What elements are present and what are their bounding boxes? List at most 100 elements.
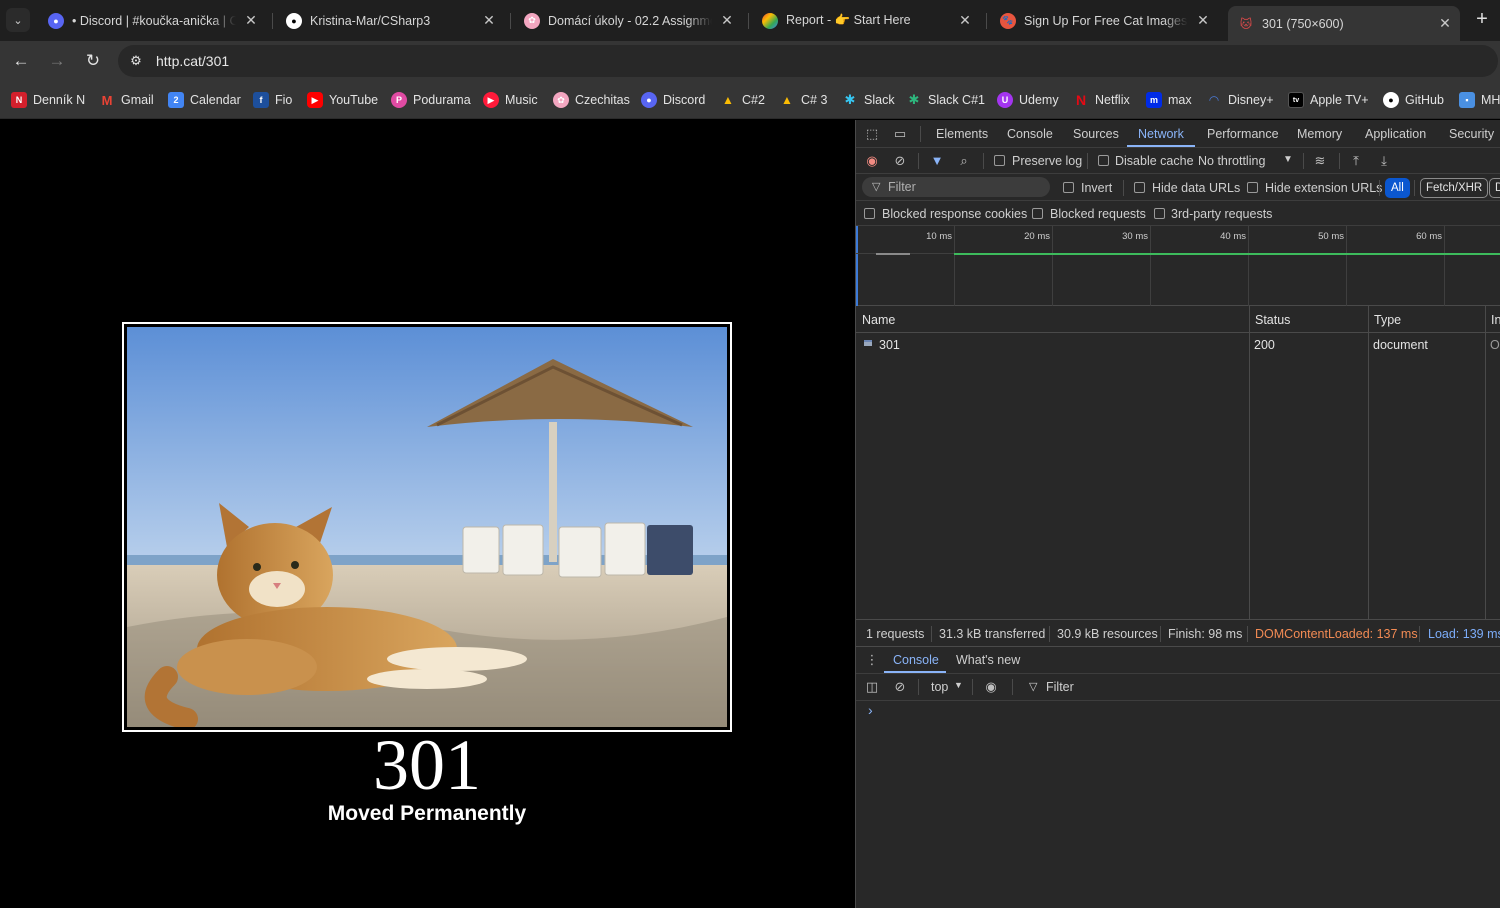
chevron-down-icon[interactable]: ▼ — [954, 680, 963, 690]
hide-extension-urls-checkbox[interactable] — [1247, 182, 1258, 193]
tab-github[interactable]: ● Kristina-Mar/CSharp3 ✕ — [276, 6, 504, 35]
tab-report[interactable]: Report - 👉 Start Here ✕ — [752, 6, 980, 35]
hide-data-urls-checkbox[interactable] — [1134, 182, 1145, 193]
tab-application[interactable]: Application — [1365, 127, 1426, 141]
site-info-icon[interactable]: ⚙ — [127, 52, 145, 70]
discord-icon: ● — [641, 92, 657, 108]
disable-cache-checkbox[interactable] — [1098, 155, 1109, 166]
blocked-cookies-checkbox[interactable] — [864, 208, 875, 219]
devtools-tab-bar: ⬚ ▭ Elements Console Sources Network Per… — [856, 120, 1500, 148]
clear-icon[interactable]: ⊘ — [892, 153, 908, 169]
bookmark-discord[interactable]: ● Discord — [641, 91, 705, 109]
device-toolbar-icon[interactable]: ▭ — [892, 126, 908, 142]
throttling-select[interactable]: No throttling — [1198, 154, 1265, 168]
search-icon[interactable]: ⌕ — [956, 153, 972, 169]
bookmark-github[interactable]: ● GitHub — [1383, 91, 1444, 109]
more-options-icon[interactable]: ⋮ — [864, 652, 880, 668]
close-icon[interactable]: ✕ — [958, 12, 972, 29]
network-overview-timeline[interactable]: 10 ms 20 ms 30 ms 40 ms 50 ms 60 ms — [856, 226, 1500, 306]
close-icon[interactable]: ✕ — [1438, 15, 1452, 32]
request-name[interactable]: 301 — [879, 338, 900, 352]
console-filter-input[interactable]: Filter — [1046, 680, 1074, 694]
type-filter-doc[interactable]: D — [1489, 178, 1500, 198]
record-stop-icon[interactable]: ◉ — [864, 153, 880, 169]
blocked-requests-checkbox[interactable] — [1032, 208, 1043, 219]
request-initiator[interactable]: O — [1490, 338, 1500, 352]
cat-on-beach-photo — [127, 327, 727, 727]
filter-icon[interactable]: ▼ — [929, 153, 945, 169]
bookmark-calendar[interactable]: 2 Calendar — [168, 91, 241, 109]
bookmark-label: Disney+ — [1228, 93, 1274, 107]
sidebar-toggle-icon[interactable]: ◫ — [864, 679, 880, 695]
invert-checkbox[interactable] — [1063, 182, 1074, 193]
type-filter-all[interactable]: All — [1385, 178, 1410, 198]
bookmark-gmail[interactable]: M Gmail — [99, 91, 154, 109]
back-icon[interactable]: ← — [11, 51, 31, 71]
tab-elements[interactable]: Elements — [936, 127, 988, 141]
tab-memory[interactable]: Memory — [1297, 127, 1342, 141]
network-conditions-icon[interactable]: ≋ — [1312, 153, 1328, 169]
clear-console-icon[interactable]: ⊘ — [892, 679, 908, 695]
bookmark-label: Slack C#1 — [928, 93, 985, 107]
column-initiator[interactable]: In — [1491, 313, 1500, 327]
bookmark-udemy[interactable]: U Udemy — [997, 91, 1059, 109]
console-output[interactable]: › — [856, 701, 1500, 908]
export-har-icon[interactable]: ⤓ — [1376, 153, 1392, 169]
column-status[interactable]: Status — [1255, 313, 1290, 327]
tab-separator — [986, 13, 987, 29]
bookmark-dennik-n[interactable]: N Denník N — [11, 91, 85, 109]
tab-search-button[interactable]: ⌄ — [6, 8, 30, 32]
netflix-icon: N — [1075, 92, 1087, 108]
url-text[interactable]: http.cat/301 — [156, 53, 229, 69]
close-icon[interactable]: ✕ — [482, 12, 496, 29]
drawer-tab-whats-new[interactable]: What's new — [956, 653, 1020, 667]
address-bar[interactable]: ⚙ http.cat/301 — [118, 45, 1498, 77]
bookmark-csharp2[interactable]: ▲ C#2 — [720, 91, 765, 109]
bookmark-disney[interactable]: ◠ Disney+ — [1206, 91, 1274, 109]
bookmark-youtube[interactable]: ▶ YouTube — [307, 91, 378, 109]
context-selector[interactable]: top — [931, 680, 948, 694]
tab-sources[interactable]: Sources — [1073, 127, 1119, 141]
bookmark-music[interactable]: ▶ Music — [483, 91, 538, 109]
tab-network[interactable]: Network — [1138, 127, 1184, 141]
tab-homework[interactable]: ✿ Domácí úkoly - 02.2 Assignmen ✕ — [514, 6, 742, 35]
drawer-tab-console[interactable]: Console — [893, 653, 939, 667]
bookmark-csharp3[interactable]: ▲ C# 3 — [779, 91, 827, 109]
chevron-down-icon[interactable]: ▼ — [1283, 154, 1293, 165]
summary-resources: 30.9 kB resources — [1057, 627, 1158, 641]
close-icon[interactable]: ✕ — [244, 12, 258, 29]
tab-security[interactable]: Security — [1449, 127, 1494, 141]
forward-icon[interactable]: → — [47, 51, 67, 71]
divider — [1049, 626, 1050, 642]
reload-icon[interactable]: ↻ — [83, 51, 103, 71]
tab-performance[interactable]: Performance — [1207, 127, 1279, 141]
tab-console[interactable]: Console — [1007, 127, 1053, 141]
tab-http-cat-active[interactable]: 🐱 301 (750×600) ✕ — [1228, 6, 1460, 41]
filter-input[interactable]: ▽ Filter — [862, 177, 1050, 197]
close-icon[interactable]: ✕ — [720, 12, 734, 29]
new-tab-button[interactable]: + — [1470, 8, 1494, 32]
bookmark-apple-tv[interactable]: tv Apple TV+ — [1288, 91, 1369, 109]
bookmark-czechitas[interactable]: ✿ Czechitas — [553, 91, 630, 109]
bookmark-slack-c1[interactable]: ✱ Slack C#1 — [906, 91, 985, 109]
bookmark-mh[interactable]: ▪ MH — [1459, 91, 1500, 109]
bookmark-fio[interactable]: f Fio — [253, 91, 292, 109]
close-icon[interactable]: ✕ — [1196, 12, 1210, 29]
blocked-cookies-label: Blocked response cookies — [882, 207, 1028, 221]
bookmark-slack[interactable]: ✱ Slack — [842, 91, 895, 109]
live-expression-eye-icon[interactable]: ◉ — [983, 679, 999, 695]
import-har-icon[interactable]: ⤒ — [1348, 153, 1364, 169]
column-name[interactable]: Name — [862, 313, 895, 327]
blocked-requests-label: Blocked requests — [1050, 207, 1146, 221]
divider — [1247, 626, 1248, 642]
inspect-element-icon[interactable]: ⬚ — [864, 126, 880, 142]
bookmark-netflix[interactable]: N Netflix — [1073, 91, 1130, 109]
tab-cat-images[interactable]: 🐾 Sign Up For Free Cat Images an ✕ — [990, 6, 1218, 35]
type-filter-fetch-xhr[interactable]: Fetch/XHR — [1420, 178, 1489, 198]
third-party-checkbox[interactable] — [1154, 208, 1165, 219]
column-type[interactable]: Type — [1374, 313, 1401, 327]
tab-discord[interactable]: ● • Discord | #koučka-anička | Cz ✕ — [38, 6, 266, 35]
bookmark-podurama[interactable]: P Podurama — [391, 91, 471, 109]
preserve-log-checkbox[interactable] — [994, 155, 1005, 166]
bookmark-max[interactable]: m max — [1146, 91, 1192, 109]
